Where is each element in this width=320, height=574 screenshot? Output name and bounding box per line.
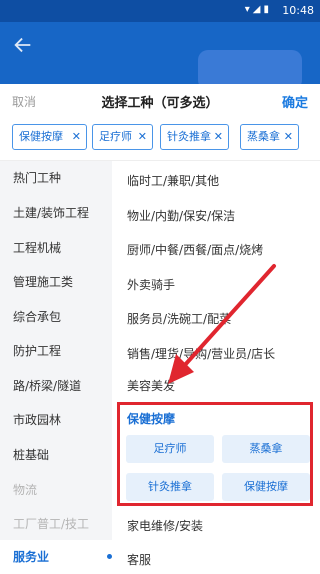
close-icon[interactable]: ✕ [72, 125, 81, 149]
close-icon[interactable]: ✕ [284, 125, 293, 149]
subcategory-item[interactable]: 销售/理货/导购/营业员/店长 [127, 345, 275, 362]
subcategory-item[interactable]: 外卖骑手 [127, 276, 175, 293]
category-list: 热门工种 土建/装饰工程 工程机械 管理施工类 综合承包 防护工程 路/桥梁/隧… [0, 161, 112, 574]
category-item[interactable]: 综合承包 [0, 300, 112, 334]
subcategory-item[interactable]: 物业/内勤/保安/保洁 [127, 207, 235, 224]
sheet-title: 选择工种（可多选） [101, 96, 219, 111]
category-item[interactable]: 防护工程 [0, 334, 112, 368]
close-icon[interactable]: ✕ [214, 125, 223, 149]
subcategory-item[interactable]: 厨师/中餐/西餐/面点/烧烤 [127, 241, 263, 258]
category-item[interactable]: 物流 [0, 473, 112, 507]
subcategory-item[interactable]: 美容美发 [127, 377, 175, 394]
selected-chip[interactable]: 足疗师 ✕ [92, 124, 153, 150]
confirm-button[interactable]: 确定 [282, 92, 308, 111]
selected-chip[interactable]: 针灸推拿 ✕ [160, 124, 229, 150]
close-icon[interactable]: ✕ [138, 125, 147, 149]
subcategory-item[interactable]: 服务员/洗碗工/配菜 [127, 310, 231, 327]
chip-label: 保健按摩 [19, 130, 63, 143]
chip-label: 足疗师 [99, 130, 132, 143]
category-item[interactable]: 市政园林 [0, 403, 112, 437]
signal-icons: ▾◢▮ [244, 4, 272, 15]
category-item[interactable]: 管理施工类 [0, 265, 112, 299]
category-item[interactable]: 路/桥梁/隧道 [0, 369, 112, 403]
back-arrow-icon[interactable] [12, 34, 34, 56]
selected-chips: 保健按摩 ✕ 足疗师 ✕ 针灸推拿 ✕ 蒸桑拿 ✕ [0, 124, 320, 152]
highlight-box [117, 402, 313, 506]
selected-chip[interactable]: 蒸桑拿 ✕ [240, 124, 299, 150]
category-item[interactable]: 土建/装饰工程 [0, 196, 112, 230]
selected-chip[interactable]: 保健按摩 ✕ [12, 124, 87, 150]
subcategory-item[interactable]: 客服 [127, 551, 151, 568]
chip-label: 针灸推拿 [167, 130, 211, 143]
subcategory-item[interactable]: 家电维修/安装 [127, 517, 203, 534]
status-bar: ▾◢▮ 10:48 [0, 0, 320, 22]
sheet-header: 取消 选择工种（可多选） 确定 [0, 84, 320, 118]
category-item[interactable]: 热门工种 [0, 161, 112, 195]
category-item[interactable]: 工程机械 [0, 231, 112, 265]
category-item-active[interactable]: 服务业 [0, 540, 112, 574]
chip-label: 蒸桑拿 [247, 130, 280, 143]
subcategory-item[interactable]: 临时工/兼职/其他 [127, 172, 219, 189]
category-item[interactable]: 桩基础 [0, 438, 112, 472]
status-time: 10:48 [282, 4, 314, 17]
active-indicator [107, 554, 112, 559]
category-item[interactable]: 工厂普工/技工 [0, 507, 112, 541]
